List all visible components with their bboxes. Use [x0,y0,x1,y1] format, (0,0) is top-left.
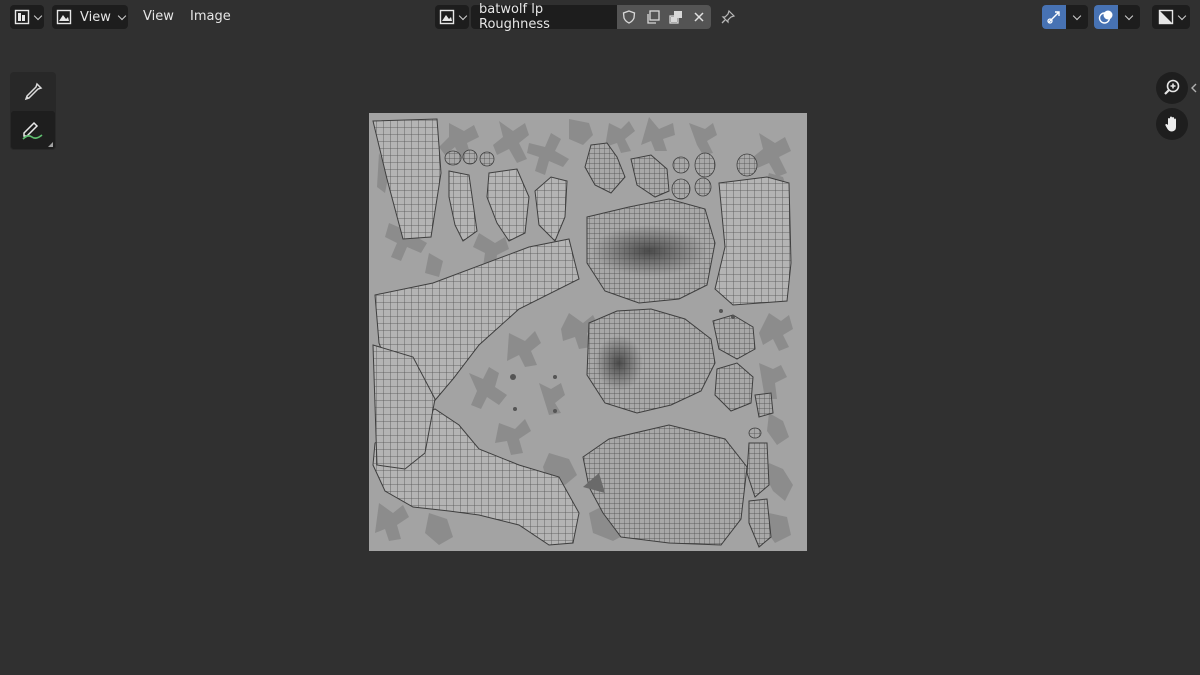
overlays-toggle[interactable] [1094,5,1118,29]
zoom-icon [1164,79,1180,95]
display-channels-button[interactable] [1152,5,1190,29]
hand-pan-icon [1165,116,1176,132]
gizmo-dropdown[interactable] [1066,5,1088,29]
uv-wireframe-image [369,113,807,551]
tool-shelf [10,72,56,150]
unlink-image-button[interactable] [687,5,711,29]
annotate-tool-button[interactable] [11,111,55,149]
fake-user-button[interactable] [617,5,641,29]
open-image-button[interactable] [664,5,687,29]
image-canvas[interactable] [369,113,807,551]
chevron-down-icon [1177,11,1186,20]
menu-view[interactable]: View [143,9,174,24]
pin-button[interactable] [717,5,739,29]
image-browse-icon [439,9,454,25]
display-channels-icon [1158,9,1173,25]
chevron-down-icon [1124,11,1134,20]
open-image-icon [668,11,682,24]
new-image-icon [646,10,660,24]
menu-image[interactable]: Image [190,9,231,24]
chevron-down-icon [33,11,42,20]
pan-navigation-button[interactable] [1156,108,1188,140]
annotate-pencil-icon [22,121,43,140]
sample-tool-button[interactable] [11,73,55,111]
image-name-text: batwolf lp Roughness [479,2,550,32]
gizmo-icon [1047,11,1060,24]
overlay-icon [1098,10,1113,24]
eyedropper-icon [24,82,43,101]
editor-type-button[interactable] [10,5,44,29]
fake-user-shield-icon [622,10,636,24]
image-editor-icon [14,9,29,25]
gizmo-toggle[interactable] [1042,5,1066,29]
chevron-down-icon [117,11,127,20]
chevron-down-icon [458,11,467,20]
view-mode-label: View [80,9,111,25]
close-icon [694,12,704,22]
zoom-navigation-button[interactable] [1156,72,1188,104]
new-image-button[interactable] [641,5,664,29]
header-bar: View View Image batwolf lp Roughness [0,0,1200,34]
view-mode-dropdown[interactable]: View [52,5,128,29]
chevron-down-icon [1072,11,1082,20]
submenu-corner-icon [48,142,53,147]
image-browse-button[interactable] [435,5,469,29]
chevron-left-icon[interactable] [1190,83,1198,93]
image-name-field[interactable]: batwolf lp Roughness [471,2,617,32]
overlays-dropdown[interactable] [1118,5,1140,29]
image-view-icon [56,9,72,25]
pin-icon [721,9,736,24]
